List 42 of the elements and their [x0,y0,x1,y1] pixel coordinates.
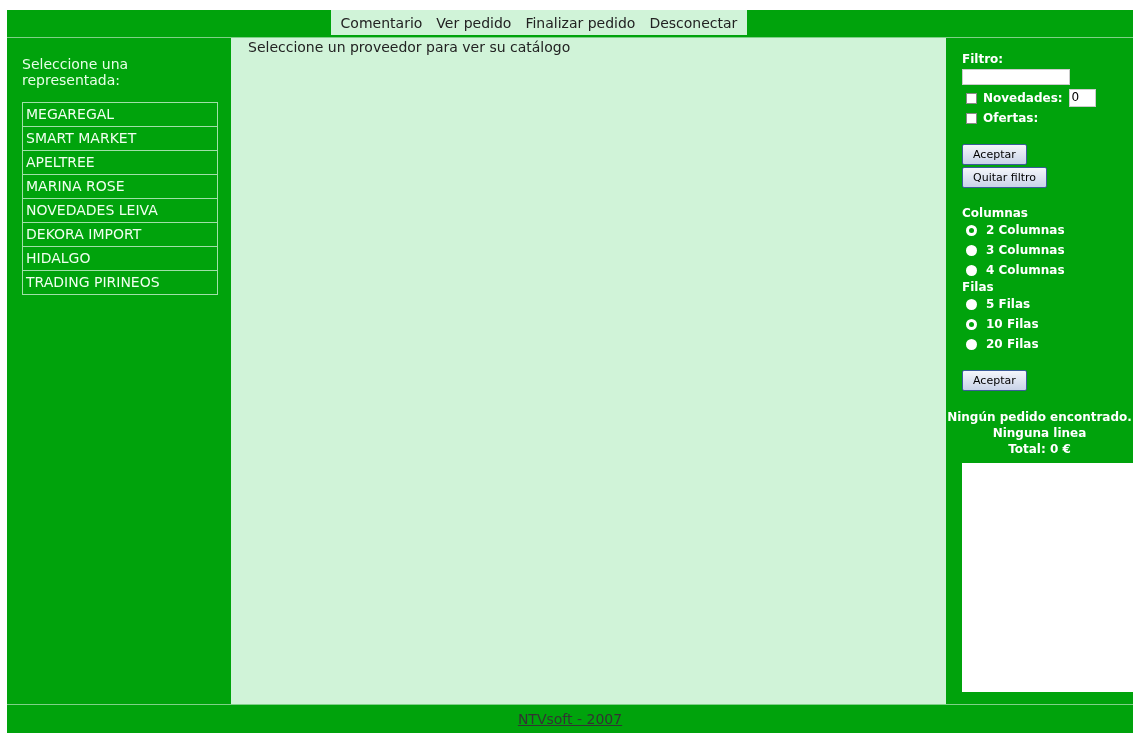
radio-button[interactable] [966,224,977,236]
checkbox-label: Novedades: [983,91,1063,105]
radio-button[interactable] [966,244,977,256]
supplier-item[interactable]: NOVEDADES LEIVA [23,199,217,223]
supplier-item[interactable]: SMART MARKET [23,127,217,151]
radio-label: 10 Filas [986,317,1039,331]
filter-field[interactable] [962,69,1070,85]
radio-label: 5 Filas [986,297,1031,311]
accept-button[interactable]: Aceptar [962,370,1027,391]
footer-link[interactable]: NTVsoft - 2007 [517,711,623,727]
radio-button[interactable] [966,338,977,350]
clear-filter-button[interactable]: Quitar filtro [962,167,1048,188]
catalog-message: Seleccione un proveedor para ver su catálogo [248,38,572,56]
supplier-item[interactable]: TRADING PIRINEOS [23,271,217,294]
radio-label: 4 Columnas [986,263,1065,277]
menu-link[interactable]: Ver pedido [436,14,512,31]
rows-label: Filas [962,280,995,294]
radio-button[interactable] [966,318,977,330]
supplier-item[interactable]: DEKORA IMPORT [23,223,217,247]
supplier-item[interactable]: HIDALGO [23,247,217,271]
checkbox-label: Ofertas: [983,111,1039,125]
supplier-item[interactable]: MARINA ROSE [23,175,217,199]
radio-label: 20 Filas [986,337,1039,351]
checkbox[interactable] [966,92,977,104]
order-summary: Ninguna linea [991,425,1088,441]
columns-label: Columnas [962,206,1029,220]
radio-label: 3 Columnas [986,243,1065,257]
menu-link[interactable]: Desconectar [649,14,738,31]
menu-link[interactable]: Comentario [340,14,423,31]
order-summary: Ningún pedido encontrado. [946,409,1133,425]
sidebar-heading: Seleccione una representada: [22,56,130,88]
radio-button[interactable] [966,264,977,276]
checkbox[interactable] [966,112,977,124]
menu-link[interactable]: Finalizar pedido [525,14,636,31]
radio-button[interactable] [966,298,977,310]
supplier-item[interactable]: APELTREE [23,151,217,175]
accept-button[interactable]: Aceptar [962,144,1027,165]
radio-label: 2 Columnas [986,223,1065,237]
order-summary: Total: 0 € [1007,441,1072,457]
supplier-item[interactable]: MEGAREGAL [23,103,217,127]
filter-label: Filtro: [962,52,1005,66]
count-field[interactable]: 0 [1068,89,1096,107]
